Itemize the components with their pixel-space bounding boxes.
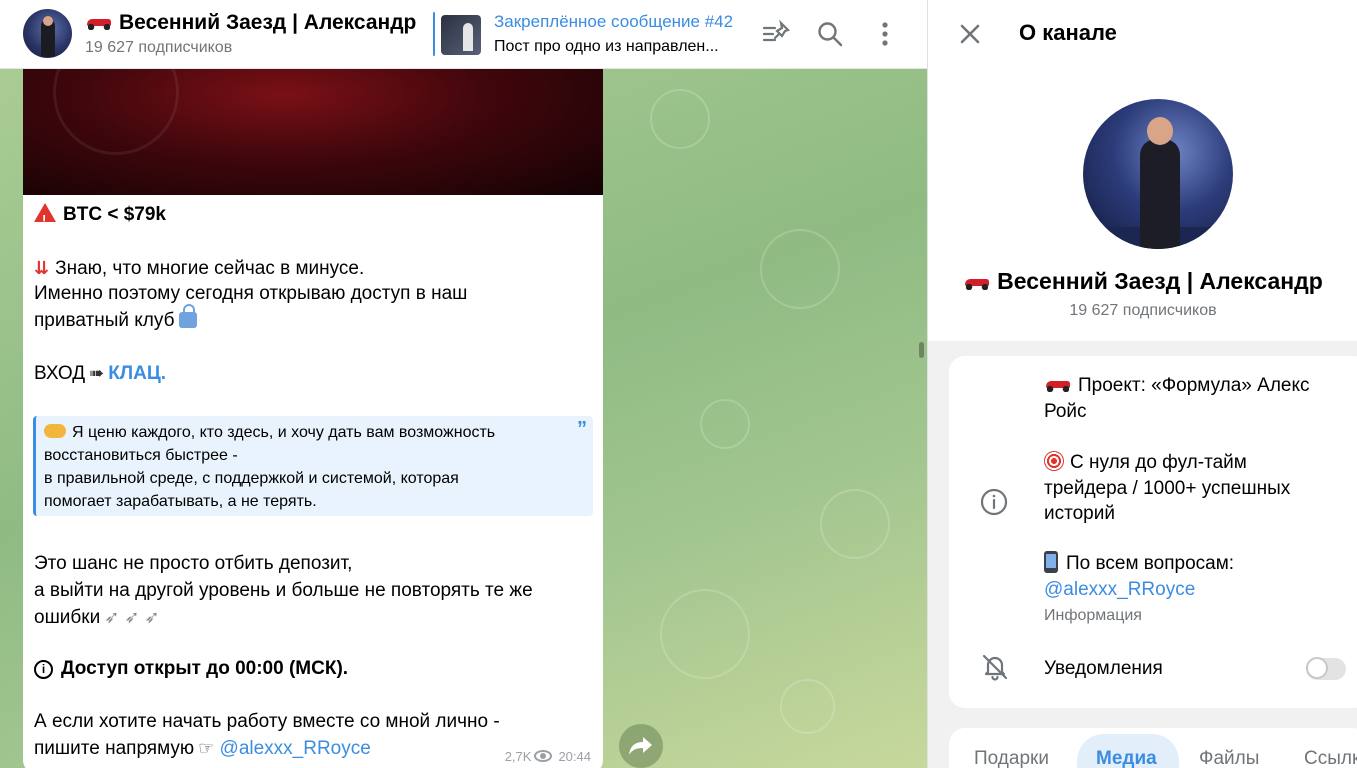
description-line: Ройс	[1044, 401, 1087, 422]
eye-icon	[534, 750, 553, 762]
message-line: Это шанс не просто отбить депозит,	[34, 553, 353, 574]
pinned-thumbnail[interactable]	[441, 15, 481, 55]
warning-icon	[34, 203, 56, 233]
message-line: ⇊ Знаю, что многие сейчас в минусе.	[34, 255, 364, 282]
channel-description-card: Проект: «Формула» Алекс Ройс С нуля до ф…	[949, 356, 1357, 708]
info-profile: Весенний Заезд | Александр 19 627 подпис…	[928, 69, 1357, 341]
contact-link[interactable]: @alexxx_RRoyce	[1044, 577, 1195, 603]
info-header: О канале	[928, 0, 1357, 69]
muted-bell-icon	[982, 654, 1008, 681]
message-time: 20:44	[558, 749, 591, 764]
channel-avatar-large[interactable]	[1083, 99, 1233, 249]
tab-media[interactable]: Медиа	[1096, 748, 1157, 768]
red-down-arrow-icon: ⇊	[34, 258, 50, 278]
klac-link[interactable]: КЛАЦ.	[108, 363, 166, 384]
info-icon	[980, 488, 1008, 516]
media-tabs: Подарки Медиа Файлы Ссылки	[949, 728, 1357, 768]
quote-line: Я ценю каждого, кто здесь, и хочу дать в…	[44, 421, 495, 444]
quote-mark-icon: ”	[577, 418, 587, 440]
message-line-access: i Доступ открыт до 00:00 (МСК).	[34, 656, 348, 682]
pointing-hand-icon: ☞	[198, 738, 215, 758]
close-icon[interactable]	[956, 20, 984, 48]
arrow-right-icon: ➠	[89, 363, 105, 383]
pinned-list-icon[interactable]	[760, 18, 792, 50]
chat-column: Весенний Заезд | Александр 19 627 подпис…	[0, 0, 927, 768]
rocket-icon: ➶ ➶ ➶	[104, 607, 160, 627]
tab-gifts[interactable]: Подарки	[974, 748, 1049, 768]
message-line: а выйти на другой уровень и больше не по…	[34, 580, 533, 601]
view-count: 2,7K	[504, 749, 532, 764]
message-media[interactable]	[23, 29, 603, 195]
quote-block: Я ценю каждого, кто здесь, и хочу дать в…	[33, 416, 593, 516]
message-line: ошибки ➶ ➶ ➶	[34, 604, 159, 631]
channel-avatar[interactable]	[23, 9, 72, 58]
target-icon	[1044, 451, 1064, 471]
search-icon[interactable]	[814, 18, 846, 50]
message-line: приватный клуб	[34, 304, 198, 334]
info-title: О канале	[1019, 20, 1117, 45]
forward-button[interactable]	[619, 724, 663, 768]
pinned-message-text[interactable]: Пост про одно из направлен...	[494, 38, 742, 56]
notifications-toggle[interactable]	[1306, 657, 1346, 680]
pinned-message-title[interactable]: Закреплённое сообщение #42	[494, 12, 742, 32]
scrollbar[interactable]	[919, 342, 924, 358]
description-line: историй	[1044, 503, 1115, 524]
channel-subscribers: 19 627 подписчиков	[1069, 302, 1217, 319]
description-line: трейдера / 1000+ успешных	[1044, 478, 1291, 499]
channel-name: Весенний Заезд | Александр	[928, 268, 1357, 295]
race-car-icon	[85, 16, 113, 30]
message-line-contact: пишите напрямую ☞ @alexxx_RRoyce	[34, 735, 371, 762]
lock-icon	[179, 304, 198, 328]
message-meta: 2,7K 20:44	[505, 749, 591, 764]
description-line: По всем вопросам:	[1044, 551, 1234, 577]
message-line-btc: BTC < $79k	[34, 202, 166, 233]
handshake-icon	[44, 424, 66, 438]
quote-line: помогает зарабатывать, а не терять.	[44, 493, 317, 510]
phone-icon	[1044, 551, 1058, 573]
pinned-divider	[433, 12, 435, 56]
more-options-icon[interactable]	[869, 18, 901, 50]
message-bubble: BTC < $79k ⇊Знаю, что многие сейчас в ми…	[23, 29, 603, 768]
message-line: А если хотите начать работу вместе со мн…	[34, 711, 500, 732]
quote-line: в правильной среде, с поддержкой и систе…	[44, 470, 459, 487]
notifications-label[interactable]: Уведомления	[1044, 658, 1163, 680]
description-line: Проект: «Формула» Алекс	[1044, 373, 1310, 399]
race-car-icon	[963, 276, 991, 290]
race-car-icon	[1044, 378, 1072, 392]
tab-files[interactable]: Файлы	[1199, 748, 1259, 768]
info-label: Информация	[1044, 607, 1142, 624]
tab-links[interactable]: Ссылки	[1304, 748, 1357, 768]
message-line-entry: ВХОД ➠ КЛАЦ.	[34, 360, 166, 387]
quote-line: восстановиться быстрее -	[44, 447, 238, 464]
info-icon: i	[34, 660, 53, 679]
description-line: С нуля до фул-тайм	[1044, 450, 1247, 476]
username-link[interactable]: @alexxx_RRoyce	[220, 738, 371, 759]
message-line: Именно поэтому сегодня открываю доступ в…	[34, 283, 468, 304]
share-arrow-icon	[629, 737, 652, 755]
channel-info-panel: О канале Весенний Заезд | Александр 19 6…	[927, 0, 1357, 768]
